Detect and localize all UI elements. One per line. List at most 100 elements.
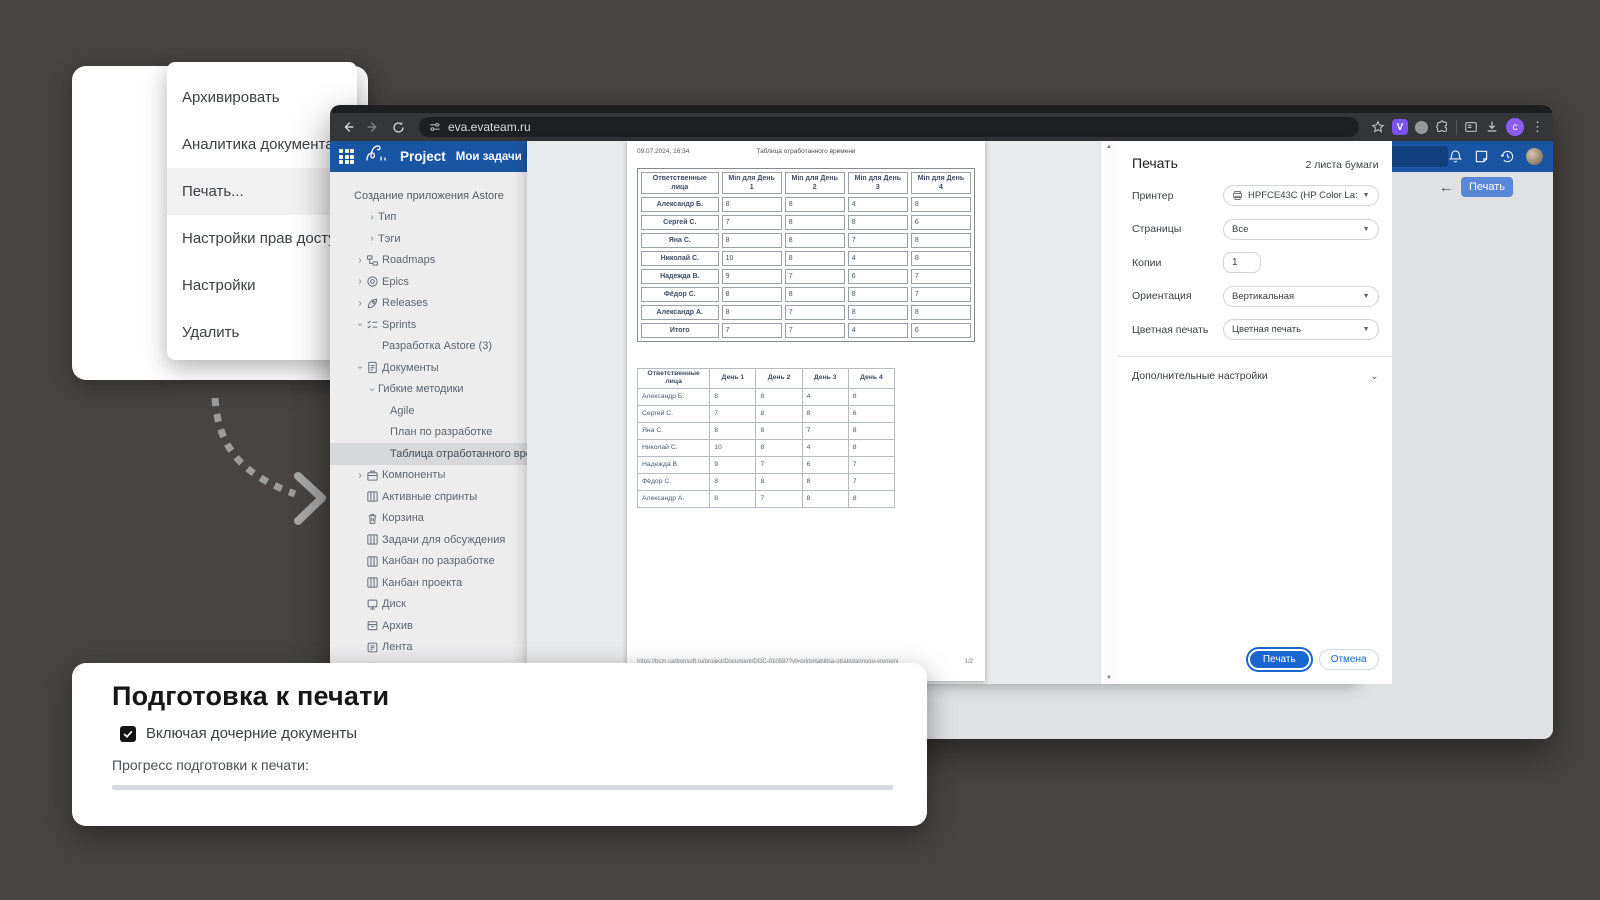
- chevron-collapsed-icon[interactable]: ›: [366, 233, 378, 244]
- chevron-expanded-icon[interactable]: ›: [355, 319, 366, 331]
- sidebar-item-label: Корзина: [382, 512, 424, 524]
- include-children-checkbox[interactable]: [120, 726, 136, 742]
- chevron-collapsed-icon[interactable]: ›: [366, 212, 378, 223]
- sidebar-item[interactable]: Канбан проекта: [330, 572, 527, 594]
- sidebar-item[interactable]: Диск: [330, 594, 527, 616]
- caret-down-icon: ▼: [1363, 192, 1370, 199]
- printer-select[interactable]: HPFCE43C (HP Color La:▼: [1223, 185, 1379, 206]
- chevron-collapsed-icon[interactable]: ›: [354, 470, 366, 481]
- print-cancel-button[interactable]: Отмена: [1319, 649, 1379, 670]
- table-row: Сергей С.7886: [641, 215, 971, 230]
- app-logo-icon[interactable]: [364, 144, 390, 169]
- table-cell: 10: [710, 439, 756, 456]
- table-header-cell: Min для День 4: [911, 172, 971, 194]
- sidebar-item-label: Тип: [378, 211, 396, 223]
- nav-my-tasks[interactable]: Мои задачи: [456, 151, 522, 163]
- sidebar-item[interactable]: ›Документы: [330, 357, 527, 379]
- copies-input[interactable]: 1: [1223, 252, 1261, 273]
- table-cell: 8: [785, 287, 845, 302]
- sidebar-item[interactable]: Архив: [330, 615, 527, 637]
- chevron-expanded-icon[interactable]: ›: [355, 362, 366, 374]
- table-cell: 8: [785, 251, 845, 266]
- preview-back-arrow[interactable]: ←: [1439, 179, 1453, 195]
- table-cell: 7: [785, 269, 845, 284]
- sidebar-item[interactable]: Задачи для обсуждения: [330, 529, 527, 551]
- table-row: Александр Б.8848: [638, 388, 895, 405]
- sidebar-item[interactable]: Agile: [330, 400, 527, 422]
- address-bar[interactable]: eva.evateam.ru: [419, 117, 1359, 137]
- sidebar-item[interactable]: ›Roadmaps: [330, 250, 527, 272]
- sidebar-project-title[interactable]: Создание приложения Astore: [330, 185, 527, 207]
- document-icon: [366, 361, 382, 374]
- sidebar-item[interactable]: Таблица отработанного времени: [330, 443, 527, 465]
- profile-avatar[interactable]: c: [1506, 118, 1524, 136]
- sidebar-item[interactable]: ›Epics: [330, 271, 527, 293]
- chevron-collapsed-icon[interactable]: ›: [354, 255, 366, 266]
- sidebar-item[interactable]: Разработка Astore (3): [330, 336, 527, 358]
- menu-item[interactable]: Настройки прав доступа: [167, 215, 357, 262]
- menu-item[interactable]: Настройки: [167, 262, 357, 309]
- chevron-expanded-icon[interactable]: ›: [367, 383, 378, 395]
- setting-select[interactable]: Все▼: [1223, 219, 1379, 240]
- table-cell: 8: [722, 287, 782, 302]
- more-settings-toggle[interactable]: Дополнительные настройки ⌄: [1132, 365, 1379, 387]
- extension-v-icon[interactable]: V: [1392, 119, 1408, 135]
- sidebar-item[interactable]: План по разработке: [330, 422, 527, 444]
- menu-item[interactable]: Архивировать: [167, 74, 357, 121]
- menu-item[interactable]: Аналитика документа: [167, 121, 357, 168]
- history-icon[interactable]: [1500, 149, 1515, 164]
- table-cell: 9: [710, 456, 756, 473]
- bell-icon[interactable]: [1448, 149, 1463, 164]
- table-cell: 7: [710, 405, 756, 422]
- table-row: Итого7746: [641, 323, 971, 338]
- table-cell: 7: [802, 422, 848, 439]
- chevron-collapsed-icon[interactable]: ›: [354, 276, 366, 287]
- sidebar-item[interactable]: ›Компоненты: [330, 465, 527, 487]
- setting-select[interactable]: Цветная печать▼: [1223, 319, 1379, 340]
- extensions-puzzle-icon[interactable]: [1435, 120, 1449, 134]
- table-cell: 8: [710, 422, 756, 439]
- extension-dot-icon[interactable]: [1415, 121, 1428, 134]
- preview-scrollbar[interactable]: ▲ ▼: [1100, 141, 1117, 684]
- tab-list-icon[interactable]: [1464, 120, 1478, 134]
- menu-item[interactable]: Удалить: [167, 309, 357, 356]
- sidebar-item[interactable]: Активные спринты: [330, 486, 527, 508]
- notes-icon[interactable]: [1474, 149, 1489, 164]
- table-cell: 8: [785, 215, 845, 230]
- table-cell: 7: [785, 323, 845, 338]
- app-print-button[interactable]: Печать: [1461, 177, 1513, 197]
- chevron-collapsed-icon[interactable]: ›: [354, 298, 366, 309]
- app-product-name[interactable]: Project: [400, 149, 446, 164]
- table-cell: 4: [848, 323, 908, 338]
- user-avatar[interactable]: [1526, 148, 1543, 165]
- table-cell: Сергей С.: [641, 215, 719, 230]
- setting-select[interactable]: Вертикальная▼: [1223, 286, 1379, 307]
- sidebar-item[interactable]: ›Releases: [330, 293, 527, 315]
- table-cell: Александр Б.: [638, 388, 710, 405]
- sidebar-item[interactable]: Лента: [330, 637, 527, 659]
- bookmark-star-icon[interactable]: [1371, 120, 1385, 134]
- table-cell: 8: [785, 233, 845, 248]
- print-confirm-button[interactable]: Печать: [1248, 649, 1311, 670]
- browser-menu-icon[interactable]: ⋮: [1531, 119, 1544, 135]
- table-cell: Николай С.: [638, 439, 710, 456]
- sidebar-item[interactable]: Корзина: [330, 508, 527, 530]
- scroll-down-icon[interactable]: ▼: [1106, 675, 1112, 681]
- sidebar-item[interactable]: ›Тип: [330, 207, 527, 229]
- sidebar-item[interactable]: ›Тэги: [330, 228, 527, 250]
- apps-grid-icon[interactable]: [339, 149, 354, 164]
- forward-icon[interactable]: [364, 118, 382, 136]
- scroll-up-icon[interactable]: ▲: [1106, 144, 1112, 150]
- sidebar-item[interactable]: ›Гибкие методики: [330, 379, 527, 401]
- back-icon[interactable]: [339, 118, 357, 136]
- table-cell: 4: [848, 251, 908, 266]
- menu-item[interactable]: Печать...: [167, 168, 357, 215]
- sidebar-item[interactable]: ›Sprints: [330, 314, 527, 336]
- downloads-icon[interactable]: [1485, 120, 1499, 134]
- reload-icon[interactable]: [389, 118, 407, 136]
- browser-toolbar: eva.evateam.ru V c ⋮: [330, 113, 1553, 141]
- setting-label: Копии: [1132, 257, 1223, 269]
- sidebar-item[interactable]: Канбан по разработке: [330, 551, 527, 573]
- document-title: Таблица отработанного времени: [627, 148, 985, 155]
- site-settings-icon[interactable]: [429, 121, 441, 133]
